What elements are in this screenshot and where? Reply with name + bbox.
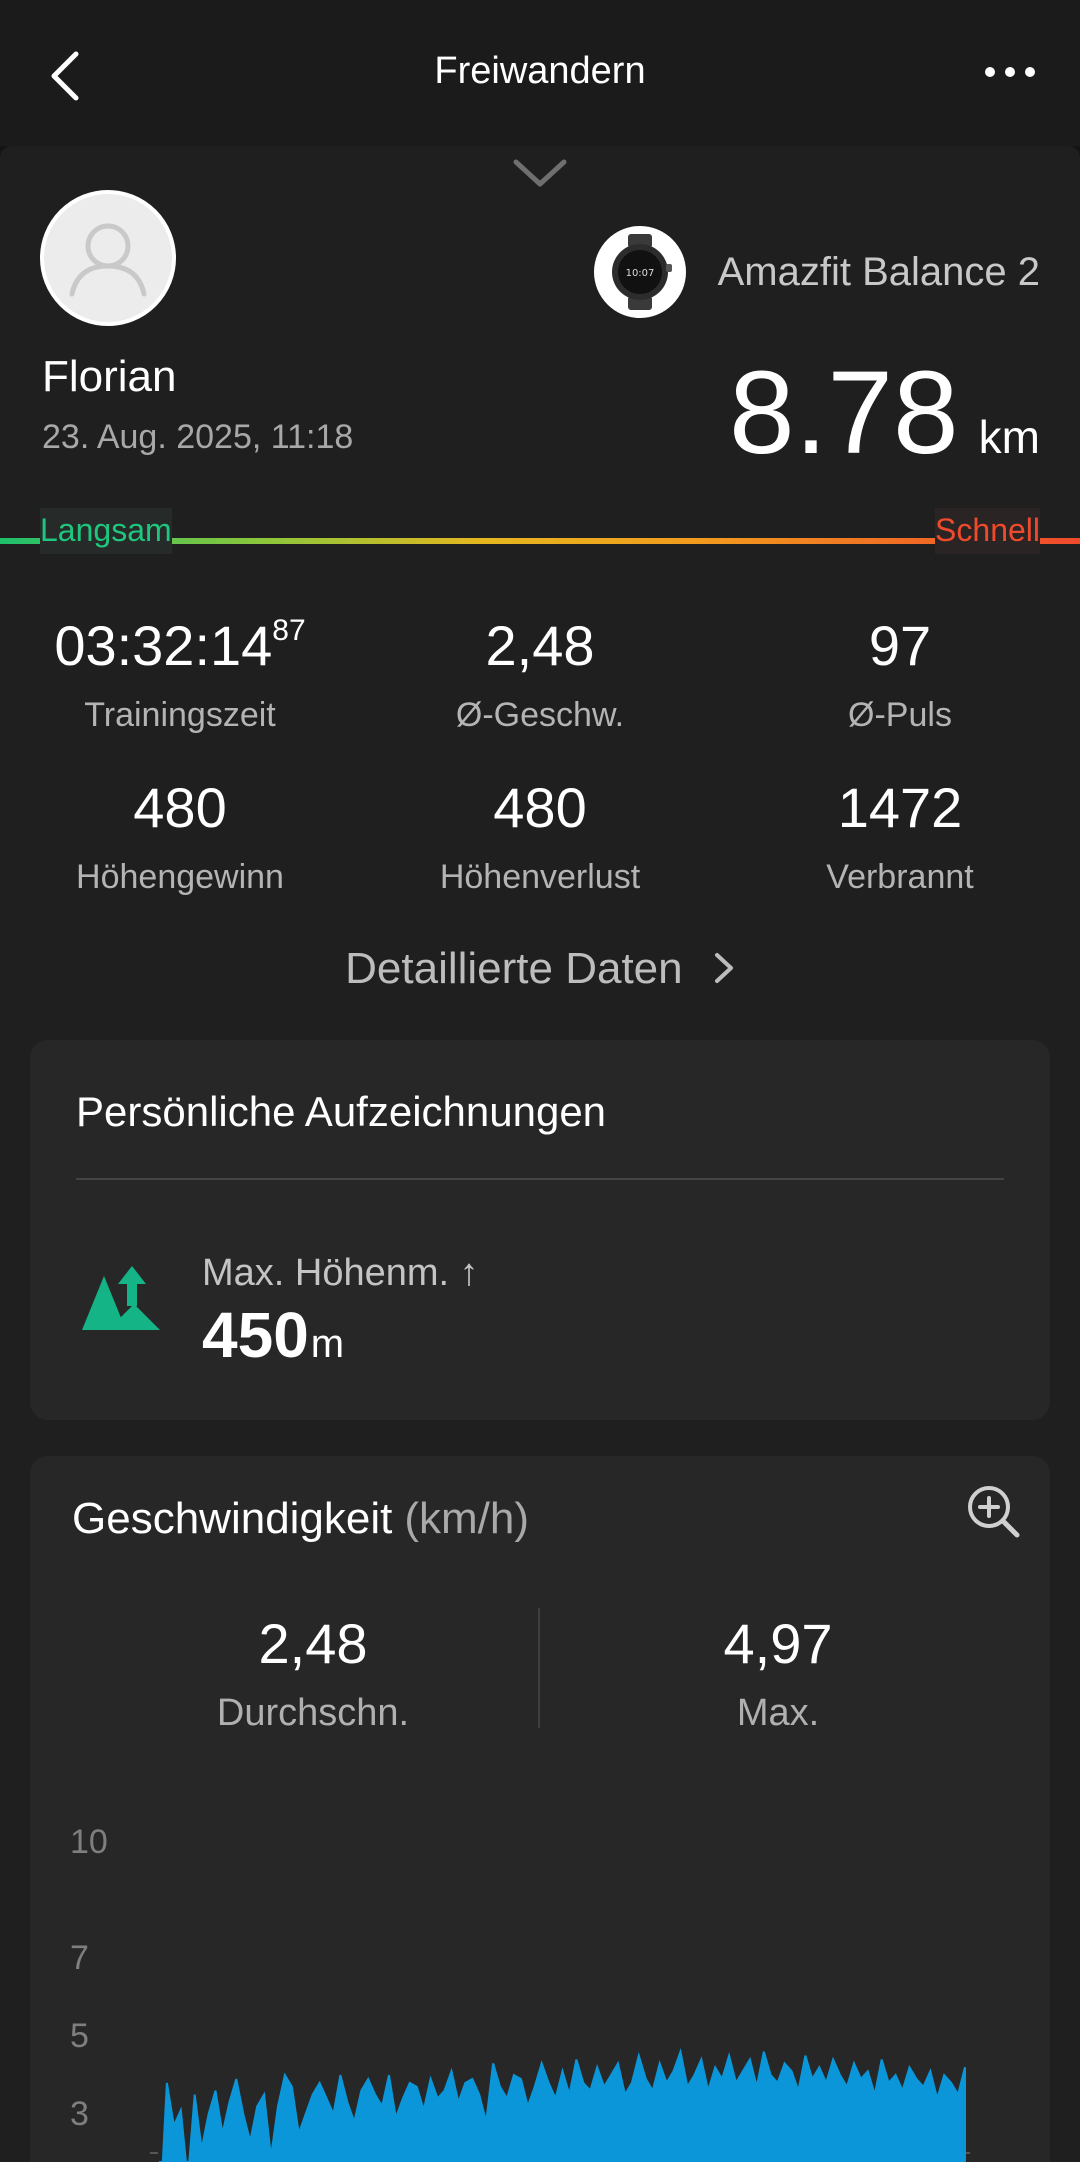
- user-name: Florian: [42, 352, 177, 401]
- records-title: Persönliche Aufzeichnungen: [76, 1088, 607, 1135]
- divider: [538, 1608, 540, 1728]
- activity-detail-screen: Freiwandern 10:07 Amazfit Balance 2 Flor…: [0, 0, 1080, 2162]
- detailed-data-label: Detaillierte Daten: [345, 944, 683, 993]
- stat-elevation-loss: 480 Höhenverlust: [360, 780, 720, 897]
- training-time-hundredths: 87: [272, 614, 306, 647]
- elev-gain-label: Höhengewinn: [76, 858, 284, 896]
- avatar[interactable]: [40, 190, 176, 326]
- speed-max: 4,97 Max.: [568, 1616, 988, 1735]
- svg-text:10:07: 10:07: [626, 268, 655, 279]
- speed-avg-value: 2,48: [258, 1612, 368, 1675]
- chevron-right-icon: [714, 953, 733, 983]
- stat-avg-heart-rate: 97 Ø-Puls: [720, 618, 1080, 735]
- distance-unit: km: [978, 411, 1040, 463]
- stat-training-time: 03:32:1487 Trainingszeit: [0, 616, 360, 735]
- personal-records-card[interactable]: Persönliche Aufzeichnungen Max. Höhenm. …: [30, 1040, 1050, 1420]
- speed-unit: (km/h): [404, 1494, 530, 1543]
- elevation-record-icon: [80, 1260, 164, 1334]
- pace-fast-label: Schnell: [935, 508, 1040, 554]
- record-label: Max. Höhenm. ↑: [202, 1252, 479, 1294]
- speed-avg-label: Durchschn.: [216, 1692, 410, 1734]
- speed-chart-plot: [150, 2047, 970, 2162]
- record-value: 450 m: [202, 1298, 344, 1372]
- avg-hr-label: Ø-Puls: [848, 696, 952, 734]
- page-title: Freiwandern: [434, 50, 646, 92]
- activity-datetime: 23. Aug. 2025, 11:18: [42, 418, 354, 456]
- divider: [76, 1178, 1004, 1180]
- more-dots-icon: [985, 67, 1035, 77]
- speed-title: Geschwindigkeit: [72, 1494, 393, 1543]
- elev-gain-value: 480: [133, 776, 227, 839]
- speed-max-value: 4,97: [723, 1612, 833, 1675]
- user-placeholder-icon: [69, 223, 147, 297]
- distance-display: 8.78 km: [729, 345, 1040, 481]
- training-time-label: Trainingszeit: [84, 696, 276, 734]
- device-name: Amazfit Balance 2: [717, 250, 1040, 294]
- avg-speed-value: 2,48: [485, 614, 595, 677]
- training-time-value: 03:32:14: [54, 614, 273, 677]
- speed-max-label: Max.: [736, 1692, 820, 1734]
- speed-average: 2,48 Durchschn.: [103, 1616, 523, 1735]
- pace-slow-label: Langsam: [40, 508, 172, 554]
- record-number: 450: [202, 1299, 309, 1371]
- stat-elevation-gain: 480 Höhengewinn: [0, 780, 360, 897]
- speed-chart[interactable]: 10 7 5 3: [30, 1820, 1050, 2162]
- elev-loss-value: 480: [493, 776, 587, 839]
- zoom-button[interactable]: [964, 1482, 1024, 1542]
- more-options-button[interactable]: [980, 50, 1040, 90]
- elev-loss-label: Höhenverlust: [439, 858, 641, 896]
- stat-calories: 1472 Verbrannt: [720, 780, 1080, 897]
- calories-label: Verbrannt: [826, 858, 974, 896]
- top-bar: Freiwandern: [0, 0, 1080, 146]
- collapse-chevron-button[interactable]: [512, 154, 568, 194]
- chevron-down-icon: [513, 159, 567, 187]
- speed-series-area: [159, 2047, 966, 2162]
- zoom-in-icon: [968, 1486, 1020, 1538]
- stat-avg-speed: 2,48 Ø-Geschw.: [360, 618, 720, 735]
- distance-value: 8.78: [729, 347, 959, 479]
- record-unit: m: [310, 1322, 345, 1366]
- watch-icon: 10:07: [594, 226, 686, 318]
- detailed-data-link[interactable]: Detaillierte Daten: [0, 944, 1080, 994]
- avg-hr-value: 97: [868, 614, 932, 677]
- calories-value: 1472: [837, 776, 963, 839]
- avg-speed-label: Ø-Geschw.: [455, 696, 625, 734]
